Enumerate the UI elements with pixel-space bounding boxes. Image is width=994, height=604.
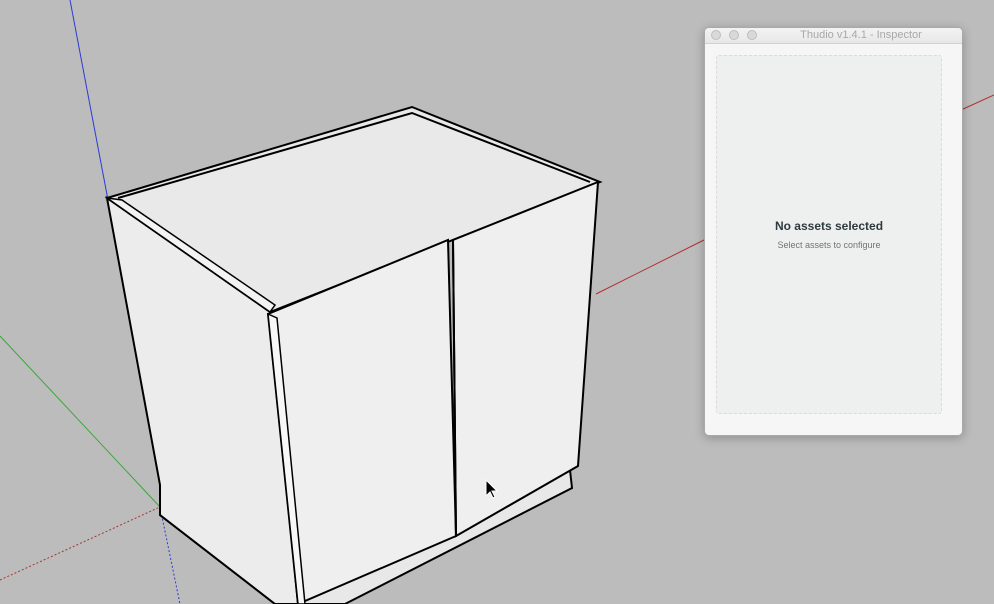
zoom-window-icon[interactable] [747,30,757,40]
window-titlebar[interactable]: Thudio v1.4.1 - Inspector [705,28,962,44]
green-axis [0,335,161,508]
window-title: Thudio v1.4.1 - Inspector [800,29,922,41]
cabinet-door-right [451,180,600,538]
red-axis-segment [960,94,994,111]
empty-state-title: No assets selected [774,219,884,233]
blue-axis [69,0,109,201]
inspector-window[interactable]: Thudio v1.4.1 - Inspector No assets sele… [704,27,963,436]
close-window-icon[interactable] [711,30,721,40]
empty-state-subtitle: Select assets to configure [777,240,881,250]
red-axis [595,239,705,295]
red-axis-dotted [0,506,161,581]
minimize-window-icon[interactable] [729,30,739,40]
inspector-empty-panel: No assets selected Select assets to conf… [716,55,942,414]
